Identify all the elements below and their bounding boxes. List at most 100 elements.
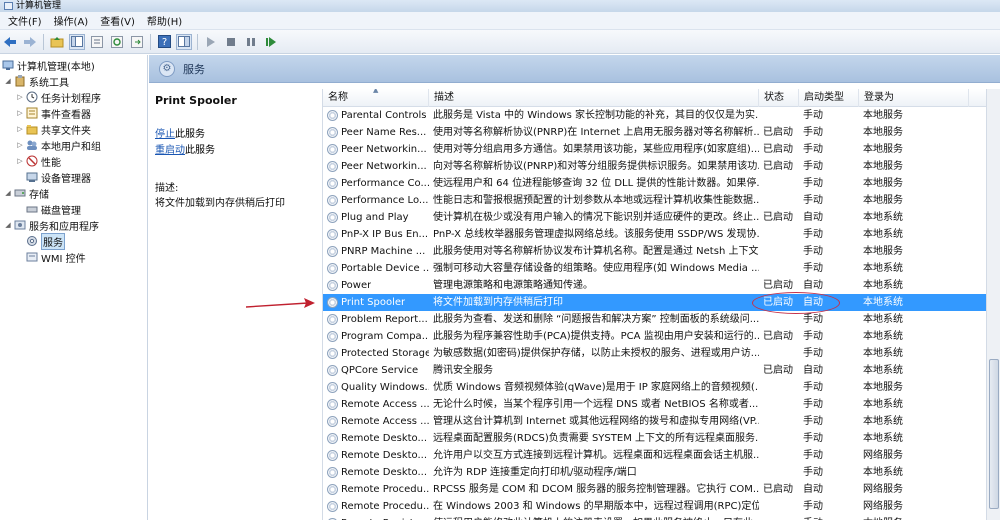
service-row[interactable]: Problem Report... 此服务为查看、发送和删除 “问题报告和解决方案… [323, 311, 986, 328]
service-row[interactable]: Performance Lo... 性能日志和警报根据预配置的计划参数从本地或远程… [323, 192, 986, 209]
service-description: 此服务为程序兼容性助手(PCA)提供支持。PCA 监视由用户安装和运行的... [433, 331, 759, 342]
help-icon[interactable]: ? [156, 34, 172, 50]
tree-node-system-tools[interactable]: ◢ 系统工具 [4, 73, 69, 89]
service-row[interactable]: Power 管理电源策略和电源策略通知传递。 已启动 自动 本地系统 [323, 277, 986, 294]
service-row[interactable]: PNRP Machine ... 此服务使用对等名称解析协议发布计算机名称。配置是… [323, 243, 986, 260]
expand-arrow-icon[interactable]: ▷ [16, 93, 24, 101]
service-row[interactable]: Remote Procedu... RPCSS 服务是 COM 和 DCOM 服务… [323, 481, 986, 498]
service-row[interactable]: Peer Networkin... 向对等名称解析协议(PNRP)和对等分组服务提… [323, 158, 986, 175]
service-row[interactable]: Program Compa... 此服务为程序兼容性助手(PCA)提供支持。PCA… [323, 328, 986, 345]
menu-bar: 文件(F) 操作(A) 查看(V) 帮助(H) [0, 12, 1000, 30]
service-startup-type: 手动 [803, 178, 823, 189]
tree-node-wmi-control[interactable]: WMI 控件 [26, 249, 86, 265]
column-header-logon-as[interactable]: 登录为 [859, 89, 969, 107]
service-row[interactable]: Portable Device ... 强制可移动大容量存储设备的组策略。使应用程… [323, 260, 986, 277]
service-row[interactable]: Performance Co... 使远程用户和 64 位进程能够查询 32 位 … [323, 175, 986, 192]
refresh-icon[interactable] [109, 34, 125, 50]
expand-arrow-icon[interactable]: ▷ [16, 125, 24, 133]
vertical-scrollbar[interactable] [986, 89, 1000, 520]
service-description: 此服务使用对等名称解析协议发布计算机名称。配置是通过 Netsh 上下文... [433, 246, 759, 257]
tree-node-device-manager[interactable]: 设备管理器 [26, 169, 91, 185]
service-row[interactable]: Print Spooler 将文件加载到内存供稍后打印 已启动 自动 本地系统 [323, 294, 986, 311]
stop-service-link[interactable]: 停止 [155, 129, 175, 140]
expand-arrow-icon[interactable]: ▷ [16, 141, 24, 149]
tree-node-task-scheduler[interactable]: ▷ 任务计划程序 [16, 89, 101, 105]
export-icon[interactable] [129, 34, 145, 50]
service-row[interactable]: Remote Deskto... 远程桌面配置服务(RDCS)负责需要 SYSTE… [323, 430, 986, 447]
column-header-startup-type[interactable]: 启动类型 [799, 89, 859, 107]
svg-text:?: ? [161, 37, 166, 48]
service-name: Print Spooler [341, 297, 406, 308]
show-hide-tree-icon[interactable] [69, 33, 85, 50]
service-row[interactable]: QPCore Service 腾讯安全服务 已启动 自动 本地系统 [323, 362, 986, 379]
service-row[interactable]: PnP-X IP Bus En... PnP-X 总线枚举器服务管理虚拟网络总线。… [323, 226, 986, 243]
stop-icon[interactable] [223, 34, 239, 50]
tree-node-event-viewer[interactable]: ▷ 事件查看器 [16, 105, 91, 121]
service-row[interactable]: Protected Storage 为敏感数据(如密码)提供保护存储，以防止未授权… [323, 345, 986, 362]
tree-node-services-applications[interactable]: ◢ 服务和应用程序 [4, 217, 99, 233]
service-name: PNRP Machine ... [341, 246, 426, 257]
up-folder-icon[interactable] [49, 34, 65, 50]
tree-node-computer-management[interactable]: 计算机管理(本地) [2, 57, 95, 73]
service-name: Program Compa... [341, 331, 429, 342]
expand-arrow-icon[interactable]: ▷ [16, 157, 24, 165]
service-row[interactable]: Remote Access ... 管理从这台计算机到 Internet 或其他远… [323, 413, 986, 430]
service-row[interactable]: Remote Deskto... 允许为 RDP 连接重定向打印机/驱动程序/端口… [323, 464, 986, 481]
view-icon[interactable] [176, 33, 192, 50]
service-name: Peer Networkin... [341, 161, 427, 172]
tree-node-disk-management[interactable]: 磁盘管理 [26, 201, 81, 217]
services-header-title: 服务 [183, 62, 205, 76]
service-row[interactable]: Remote Access ... 无论什么时候，当某个程序引用一个远程 DNS … [323, 396, 986, 413]
computer-icon [2, 59, 14, 71]
service-logon-as: 本地系统 [863, 399, 903, 410]
forward-icon[interactable] [22, 34, 38, 50]
service-startup-type: 手动 [803, 127, 823, 138]
service-icon [327, 365, 338, 376]
properties-icon[interactable] [89, 34, 105, 50]
restart-service-link[interactable]: 重启动 [155, 145, 185, 156]
service-row[interactable]: Remote Procedu... 在 Windows 2003 和 Window… [323, 498, 986, 515]
service-row[interactable]: Quality Windows... 优质 Windows 音频视频体验(qWav… [323, 379, 986, 396]
service-name-cell: Remote Deskto... [323, 447, 429, 464]
shared-folder-icon [26, 123, 38, 135]
service-description: 使用对等分组启用多方通信。如果禁用该功能，某些应用程序(如家庭组)... [433, 144, 759, 155]
menu-help[interactable]: 帮助(H) [143, 13, 190, 28]
column-header-status[interactable]: 状态 [759, 89, 799, 107]
tree-node-local-users-groups[interactable]: ▷ 本地用户和组 [16, 137, 101, 153]
collapse-arrow-icon[interactable]: ◢ [4, 221, 12, 229]
service-row[interactable]: Peer Name Res... 使用对等名称解析协议(PNRP)在 Intern… [323, 124, 986, 141]
tree-node-services[interactable]: 服务 [26, 232, 65, 250]
service-row[interactable]: Parental Controls 此服务是 Vista 中的 Windows 家… [323, 107, 986, 124]
collapse-arrow-icon[interactable]: ◢ [4, 77, 12, 85]
service-icon [327, 450, 338, 461]
play-icon[interactable] [203, 34, 219, 50]
restart-icon[interactable] [263, 34, 279, 50]
service-icon [327, 348, 338, 359]
menu-action[interactable]: 操作(A) [50, 13, 97, 28]
tree-node-label: 任务计划程序 [41, 93, 101, 105]
storage-icon [14, 187, 26, 199]
pause-icon[interactable] [243, 34, 259, 50]
collapse-arrow-icon[interactable]: ◢ [4, 189, 12, 197]
scrollbar-thumb[interactable] [989, 359, 999, 509]
service-name-cell: Remote Access ... [323, 413, 429, 430]
column-header-description[interactable]: 描述 [429, 89, 759, 107]
column-header-row: ▲ 名称 描述 状态 启动类型 登录为 [323, 89, 986, 107]
service-logon-as: 本地系统 [863, 467, 903, 478]
service-row[interactable]: Plug and Play 使计算机在极少或没有用户输入的情况下能识别并适应硬件的… [323, 209, 986, 226]
service-logon-as: 网络服务 [863, 450, 903, 461]
service-row[interactable]: Peer Networkin... 使用对等分组启用多方通信。如果禁用该功能，某些… [323, 141, 986, 158]
menu-file[interactable]: 文件(F) [4, 13, 50, 28]
tree-node-shared-folders[interactable]: ▷ 共享文件夹 [16, 121, 91, 137]
service-startup-type: 手动 [803, 229, 823, 240]
expand-arrow-icon[interactable]: ▷ [16, 109, 24, 117]
service-row[interactable]: Remote Registry 使远程用户能修改此计算机上的注册表设置。如果此服务… [323, 515, 986, 520]
service-row[interactable]: Remote Deskto... 允许用户以交互方式连接到远程计算机。远程桌面和远… [323, 447, 986, 464]
tree-node-storage[interactable]: ◢ 存储 [4, 185, 49, 201]
service-startup-type: 手动 [803, 382, 823, 393]
service-name: Problem Report... [341, 314, 428, 325]
service-name: QPCore Service [341, 365, 419, 376]
menu-view[interactable]: 查看(V) [96, 13, 143, 28]
back-icon[interactable] [2, 34, 18, 50]
tree-node-performance[interactable]: ▷ 性能 [16, 153, 61, 169]
